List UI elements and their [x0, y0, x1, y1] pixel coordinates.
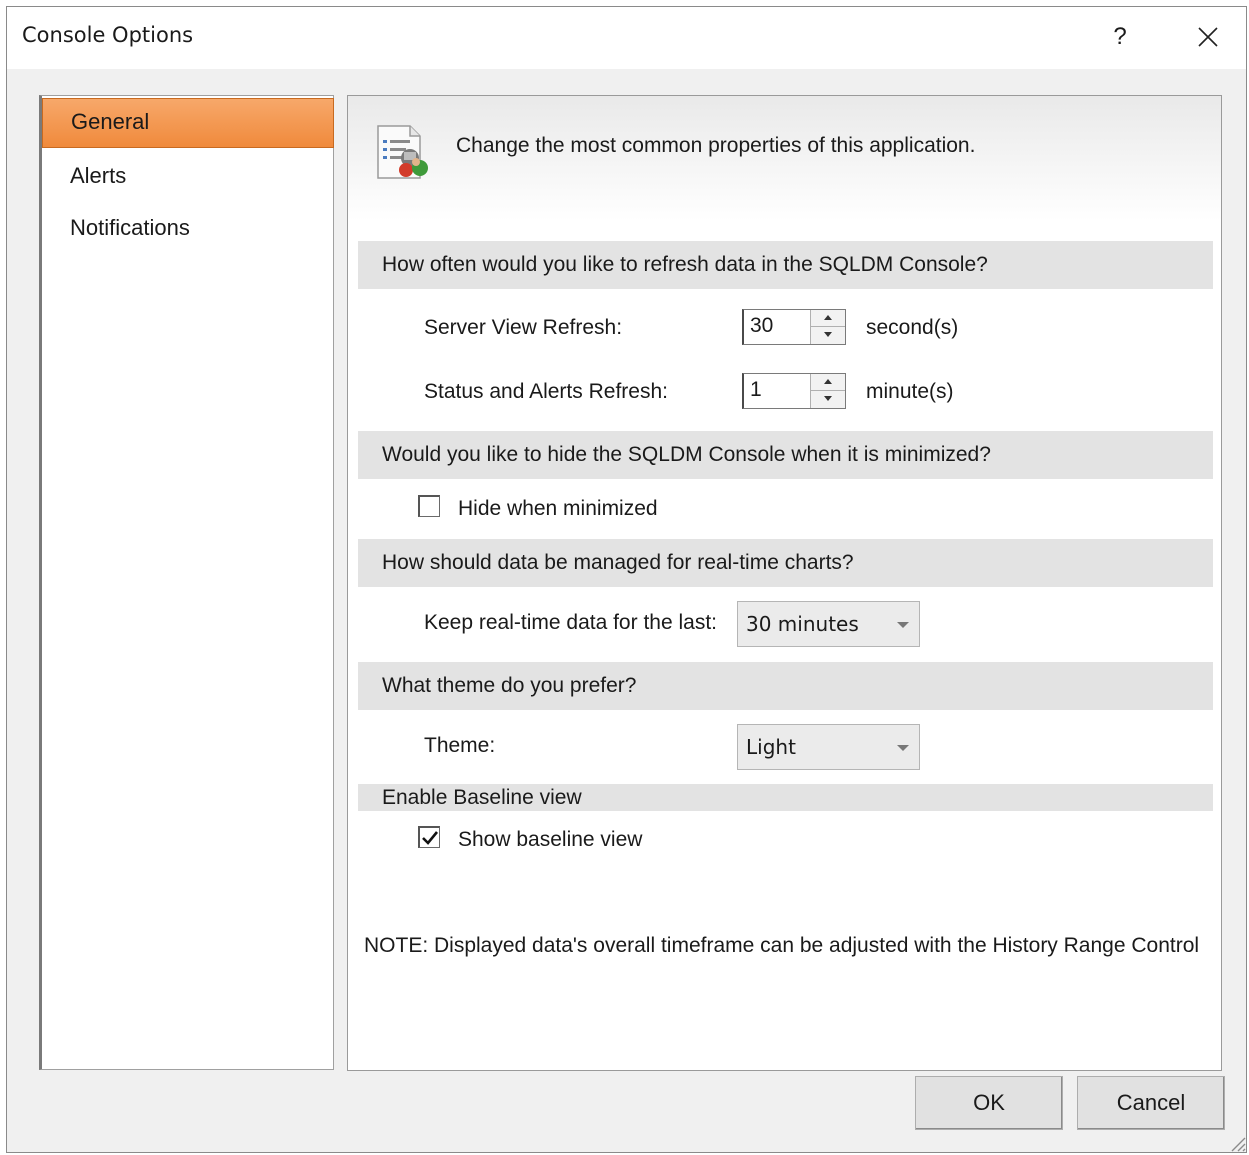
nav-item-general[interactable]: General [42, 98, 334, 148]
spinner-up-arrow-icon[interactable] [811, 374, 845, 391]
resize-grip-icon[interactable] [1224, 1130, 1246, 1152]
keep-realtime-value: 30 minutes [746, 612, 859, 636]
close-button[interactable] [1185, 15, 1231, 59]
theme-dropdown[interactable]: Light [737, 724, 920, 770]
nav-item-notifications[interactable]: Notifications [42, 203, 334, 253]
options-nav: General Alerts Notifications [39, 95, 334, 1070]
close-icon [1198, 27, 1218, 47]
server-view-refresh-unit: second(s) [866, 316, 959, 339]
spinner-arrows [810, 374, 845, 408]
spinner-up-arrow-icon[interactable] [811, 310, 845, 327]
spinner-down-arrow-icon[interactable] [811, 391, 845, 407]
server-view-refresh-label: Server View Refresh: [424, 316, 623, 339]
cancel-button[interactable]: Cancel [1077, 1076, 1225, 1130]
properties-document-icon [377, 125, 428, 179]
nav-item-alerts[interactable]: Alerts [42, 151, 334, 201]
theme-value: Light [746, 735, 796, 759]
checkmark-icon [422, 831, 439, 845]
section-baseline: Enable Baseline view [358, 784, 1213, 811]
section-realtime: How should data be managed for real-time… [358, 539, 1213, 587]
dropdown-arrow-icon [897, 622, 909, 628]
show-baseline-checkbox[interactable] [418, 826, 440, 848]
general-options-panel: Change the most common properties of thi… [347, 95, 1222, 1071]
spinner-arrows [810, 310, 845, 344]
status-alerts-refresh-spinner[interactable]: 1 [742, 373, 846, 409]
status-alerts-refresh-unit: minute(s) [866, 380, 954, 403]
status-alerts-refresh-label: Status and Alerts Refresh: [424, 380, 668, 403]
section-minimize: Would you like to hide the SQLDM Console… [358, 431, 1213, 479]
hide-when-minimized-checkbox[interactable] [418, 495, 440, 517]
ok-button[interactable]: OK [915, 1076, 1063, 1130]
theme-label: Theme: [424, 734, 496, 757]
help-button[interactable]: ? [1097, 15, 1143, 59]
spinner-down-arrow-icon[interactable] [811, 327, 845, 343]
panel-description: Change the most common properties of thi… [456, 134, 976, 157]
title-bar: Console Options ? [7, 7, 1246, 69]
panel-header: Change the most common properties of thi… [348, 96, 1221, 221]
window-title: Console Options [22, 23, 194, 47]
help-icon: ? [1113, 23, 1127, 50]
history-range-note: NOTE: Displayed data's overall timeframe… [364, 934, 1200, 957]
server-view-refresh-spinner[interactable]: 30 [742, 309, 846, 345]
section-theme: What theme do you prefer? [358, 662, 1213, 710]
hide-when-minimized-label: Hide when minimized [458, 497, 658, 520]
server-view-refresh-value: 30 [750, 314, 774, 337]
keep-realtime-dropdown[interactable]: 30 minutes [737, 601, 920, 647]
section-refresh: How often would you like to refresh data… [358, 241, 1213, 289]
dropdown-arrow-icon [897, 745, 909, 751]
status-alerts-refresh-value: 1 [750, 378, 762, 401]
console-options-dialog: Console Options ? General Alerts Notific… [6, 6, 1247, 1153]
show-baseline-label: Show baseline view [458, 828, 643, 851]
keep-realtime-label: Keep real-time data for the last: [424, 611, 717, 634]
